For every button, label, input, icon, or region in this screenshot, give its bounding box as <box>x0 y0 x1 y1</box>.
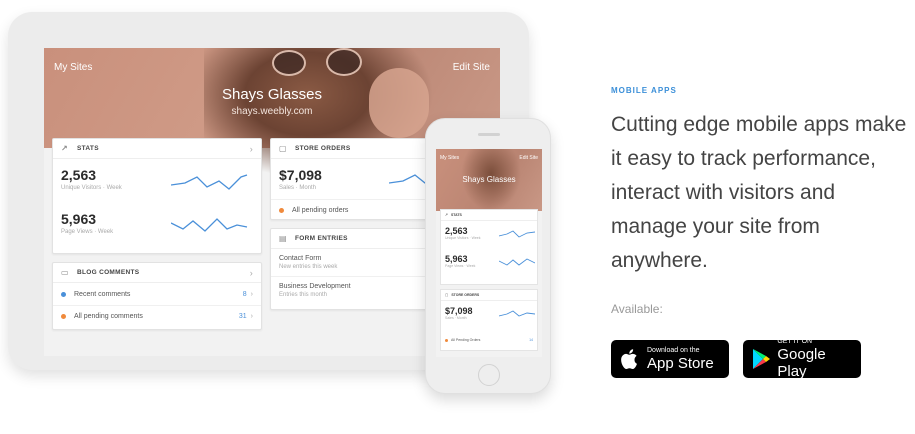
google-play-button[interactable]: GET IT ON Google Play <box>743 338 861 380</box>
phone-views-sparkline <box>499 258 535 266</box>
phone-visitors-label: Unique Visitors · Week <box>445 236 481 240</box>
views-stat: 5,963 Page Views · Week <box>61 211 113 235</box>
phone-speaker <box>478 133 500 136</box>
trend-icon: ↗ <box>61 143 69 153</box>
phone-views-label: Page Views · Week <box>445 264 476 268</box>
sales-label: Sales · Month <box>279 185 317 191</box>
section-headline: Cutting edge mobile apps make it easy to… <box>611 113 907 272</box>
stats-title: STATS <box>77 145 99 152</box>
blog-comments-title: BLOG COMMENTS <box>77 269 140 276</box>
phone-sales-sparkline <box>499 310 535 317</box>
edit-site-link[interactable]: Edit Site <box>453 62 490 73</box>
google-play-small-text: GET IT ON <box>777 338 813 345</box>
phone-stats-header: ↗ STATS <box>441 210 537 221</box>
section-eyebrow: MOBILE APPS <box>611 86 677 95</box>
pending-comments-row[interactable]: All pending comments 31 › <box>53 305 261 327</box>
phone-device: My Sites Edit Site Shays Glasses ↗ STATS… <box>425 118 551 394</box>
phone-views-value: 5,963 <box>445 254 468 264</box>
form-icon: ▤ <box>279 233 287 243</box>
phone-screen: My Sites Edit Site Shays Glasses ↗ STATS… <box>436 149 542 357</box>
orange-dot-icon <box>61 314 66 319</box>
phone-edit-site[interactable]: Edit Site <box>519 155 538 161</box>
store-orders-title: STORE ORDERS <box>295 145 351 152</box>
phone-visitors-sparkline <box>499 230 535 238</box>
google-play-text: GET IT ON Google Play <box>777 338 853 380</box>
views-value: 5,963 <box>61 211 97 227</box>
phone-sales-value: $7,098 <box>445 306 473 316</box>
visitors-value: 2,563 <box>61 167 97 183</box>
site-name: Shays Glasses <box>221 86 323 103</box>
blog-comments-header: ▭ BLOG COMMENTS › <box>53 263 261 283</box>
phone-stats-card[interactable]: ↗ STATS 2,563 Unique Visitors · Week 5,9… <box>440 209 538 285</box>
sales-stat: $7,098 Sales · Month <box>279 167 322 191</box>
phone-site-name: Shays Glasses <box>462 175 516 184</box>
phone-orders-header: ▢ STORE ORDERS <box>441 290 537 301</box>
app-store-small-text: Download on the <box>647 346 700 354</box>
glasses-lens-right <box>326 48 362 76</box>
views-label: Page Views · Week <box>61 229 114 235</box>
stats-card-header: ↗ STATS › <box>53 139 261 159</box>
chevron-right-icon[interactable]: › <box>250 144 253 154</box>
phone-home-button <box>478 364 500 386</box>
chevron-right-icon: › <box>250 313 253 320</box>
my-sites-link[interactable]: My Sites <box>54 62 92 73</box>
phone-visitors-value: 2,563 <box>445 226 468 236</box>
blue-dot-icon <box>61 291 66 297</box>
orange-dot-icon <box>279 208 284 213</box>
phone-orders-title: STORE ORDERS <box>451 293 480 297</box>
recent-comments-row[interactable]: Recent comments 8 › <box>53 283 261 305</box>
hero-hand <box>369 68 429 138</box>
blog-comments-card[interactable]: ▭ BLOG COMMENTS › Recent comments 8 › All… <box>52 262 262 330</box>
form-entries-title: FORM ENTRIES <box>295 235 348 242</box>
glasses-lens-left <box>272 50 306 76</box>
count-value: 31 <box>238 313 247 320</box>
phone-orders-card[interactable]: ▢ STORE ORDERS $7,098 Sales · Month All … <box>440 289 538 351</box>
row-label: Recent comments <box>74 290 131 298</box>
stats-card[interactable]: ↗ STATS › 2,563 Unique Visitors · Week 5… <box>52 138 262 254</box>
app-store-button[interactable]: Download on the App Store <box>611 340 729 378</box>
visitors-stat: 2,563 Unique Visitors · Week <box>61 167 122 191</box>
phone-sales: $7,098 Sales · Month <box>445 306 473 320</box>
phone-pending-count: 14 <box>529 338 533 342</box>
count-value: 8 <box>242 290 247 298</box>
cart-icon: ▢ <box>279 143 287 153</box>
pending-orders-label: All pending orders <box>292 207 349 214</box>
views-sparkline <box>171 218 248 232</box>
orange-dot-icon <box>445 338 448 342</box>
trend-icon: ↗ <box>445 213 448 217</box>
phone-stats-title: STATS <box>450 213 462 217</box>
phone-my-sites[interactable]: My Sites <box>440 155 459 161</box>
row-label: All pending comments <box>74 313 143 320</box>
row-count: 31 › <box>239 313 253 320</box>
chevron-right-icon: › <box>250 290 253 298</box>
visitors-label: Unique Visitors · Week <box>61 185 122 191</box>
app-store-text: Download on the App Store <box>647 347 714 372</box>
page: My Sites Edit Site Shays Glasses shays.w… <box>0 0 915 434</box>
phone-pending-row[interactable]: All Pending Orders 14 <box>445 338 533 342</box>
visitors-sparkline <box>171 174 248 190</box>
google-play-big-text: Google Play <box>777 346 826 380</box>
phone-hero: My Sites Edit Site Shays Glasses <box>436 149 542 211</box>
phone-pending-label: All Pending Orders <box>451 338 481 342</box>
row-count: 8 › <box>243 291 253 298</box>
google-play-icon <box>751 348 771 370</box>
phone-views: 5,963 Page Views · Week <box>445 254 475 268</box>
sales-value: $7,098 <box>279 167 322 183</box>
available-label: Available: <box>611 302 663 316</box>
apple-icon <box>619 348 641 370</box>
comment-icon: ▭ <box>61 267 69 277</box>
app-store-big-text: App Store <box>647 354 714 372</box>
phone-visitors: 2,563 Unique Visitors · Week <box>445 226 480 240</box>
cart-icon: ▢ <box>445 293 449 297</box>
site-url: shays.weebly.com <box>231 106 313 117</box>
chevron-right-icon[interactable]: › <box>250 268 253 278</box>
phone-sales-label: Sales · Month <box>445 316 467 320</box>
